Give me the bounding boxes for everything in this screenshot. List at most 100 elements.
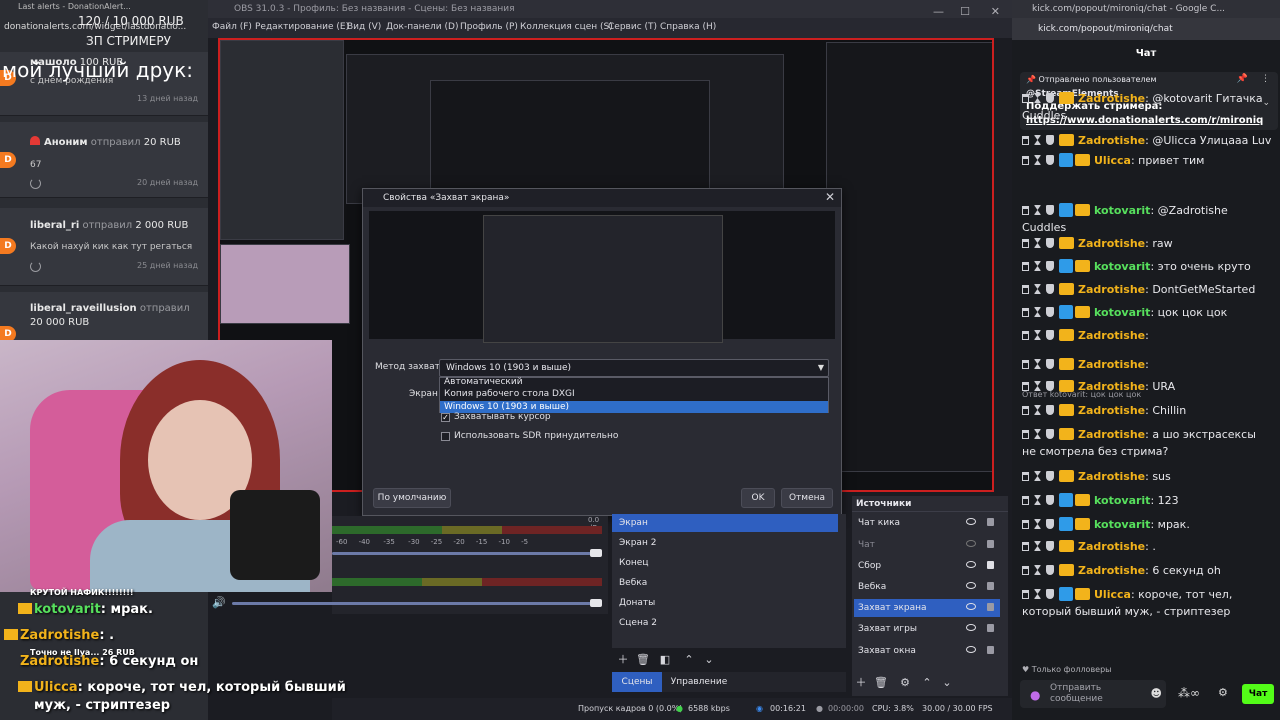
tab-controls[interactable]: Управление bbox=[664, 672, 734, 692]
chat-send-button[interactable]: Чат bbox=[1242, 684, 1274, 704]
ok-button[interactable]: OK bbox=[741, 488, 775, 508]
capture-cursor-checkbox[interactable]: ✓ bbox=[441, 413, 450, 422]
source-item[interactable]: Вебка bbox=[854, 578, 1000, 596]
chat-username[interactable]: Ulicca bbox=[1094, 154, 1131, 167]
ban-icon[interactable] bbox=[1046, 330, 1054, 340]
trash-icon[interactable] bbox=[1022, 285, 1029, 294]
ban-icon[interactable] bbox=[1046, 589, 1054, 599]
trash-icon[interactable] bbox=[1022, 262, 1029, 271]
emoji-icon[interactable]: ☻ bbox=[1151, 687, 1162, 700]
timeout-icon[interactable] bbox=[1034, 155, 1041, 165]
trash-icon[interactable] bbox=[1022, 94, 1029, 103]
source-item[interactable]: Чат кика bbox=[854, 514, 1000, 532]
volume-slider[interactable] bbox=[332, 552, 598, 555]
replay-icon[interactable] bbox=[30, 178, 41, 189]
ban-icon[interactable] bbox=[1046, 93, 1054, 103]
ban-icon[interactable] bbox=[1046, 471, 1054, 481]
trash-icon[interactable] bbox=[1022, 239, 1029, 248]
chat-username[interactable]: Zadrotishe bbox=[1078, 134, 1145, 147]
timeout-icon[interactable] bbox=[1034, 519, 1041, 529]
add-icon[interactable]: ＋ bbox=[854, 676, 868, 690]
tab-scenes[interactable]: Сцены bbox=[612, 672, 662, 692]
timeout-icon[interactable] bbox=[1034, 205, 1041, 215]
lock-icon[interactable] bbox=[987, 603, 994, 611]
speaker-icon[interactable]: 🔊 bbox=[212, 596, 226, 610]
source-item[interactable]: Сбор bbox=[854, 557, 1000, 575]
gear-icon[interactable]: ⚙ bbox=[1218, 686, 1228, 699]
trash-icon[interactable] bbox=[1022, 360, 1029, 369]
move-up-icon[interactable]: ⌃ bbox=[920, 676, 934, 690]
dropdown-option[interactable]: Копия рабочего стола DXGI bbox=[440, 388, 828, 400]
timeout-icon[interactable] bbox=[1034, 261, 1041, 271]
timeout-icon[interactable] bbox=[1034, 284, 1041, 294]
add-icon[interactable]: ＋ bbox=[616, 653, 630, 667]
menu-help[interactable]: Справка (H) bbox=[660, 22, 716, 32]
kick-address-bar[interactable]: kick.com/popout/mironiq/chat bbox=[1012, 18, 1280, 40]
timeout-icon[interactable] bbox=[1034, 589, 1041, 599]
trash-icon[interactable] bbox=[1022, 472, 1029, 481]
timeout-icon[interactable] bbox=[1034, 495, 1041, 505]
chat-username[interactable]: Ulicca bbox=[1094, 588, 1131, 601]
ban-icon[interactable] bbox=[1046, 495, 1054, 505]
ban-icon[interactable] bbox=[1046, 405, 1054, 415]
scene-item[interactable]: Вебка bbox=[612, 574, 838, 592]
ban-icon[interactable] bbox=[1046, 519, 1054, 529]
menu-edit[interactable]: Редактирование (E) bbox=[255, 22, 349, 32]
ban-icon[interactable] bbox=[1046, 307, 1054, 317]
ban-icon[interactable] bbox=[1046, 261, 1054, 271]
ban-icon[interactable] bbox=[1046, 284, 1054, 294]
source-item[interactable]: Чат bbox=[854, 536, 1000, 554]
scene-item[interactable]: Сцена 2 bbox=[612, 614, 838, 632]
ban-icon[interactable] bbox=[1046, 205, 1054, 215]
eye-icon[interactable] bbox=[966, 518, 976, 525]
chat-username[interactable]: kotovarit bbox=[1094, 204, 1150, 217]
source-item[interactable]: Захват окна bbox=[854, 642, 1000, 660]
chat-username[interactable]: Zadrotishe bbox=[1078, 470, 1145, 483]
chat-username[interactable]: Zadrotishe bbox=[1078, 358, 1145, 371]
chat-username[interactable]: kotovarit bbox=[1094, 260, 1150, 273]
lock-icon[interactable] bbox=[987, 582, 994, 590]
volume-slider[interactable] bbox=[232, 602, 598, 605]
trash-icon[interactable] bbox=[1022, 520, 1029, 529]
timeout-icon[interactable] bbox=[1034, 565, 1041, 575]
scene-item[interactable]: Экран bbox=[612, 514, 838, 532]
timeout-icon[interactable] bbox=[1034, 359, 1041, 369]
replay-icon[interactable] bbox=[30, 261, 41, 272]
chat-username[interactable]: kotovarit bbox=[1094, 494, 1150, 507]
more-icon[interactable]: ⋮ bbox=[1261, 74, 1270, 84]
volume-slider-handle[interactable] bbox=[590, 599, 602, 607]
volume-slider-handle[interactable] bbox=[590, 549, 602, 557]
trash-icon[interactable] bbox=[1022, 542, 1029, 551]
trash-icon[interactable] bbox=[1022, 136, 1029, 145]
menu-profile[interactable]: Профиль (P) bbox=[460, 22, 518, 32]
trash-icon[interactable]: 🗑 bbox=[636, 653, 650, 667]
trash-icon[interactable] bbox=[1022, 308, 1029, 317]
timeout-icon[interactable] bbox=[1034, 330, 1041, 340]
chat-username[interactable]: Zadrotishe bbox=[1078, 564, 1145, 577]
ban-icon[interactable] bbox=[1046, 359, 1054, 369]
cancel-button[interactable]: Отмена bbox=[781, 488, 833, 508]
ban-icon[interactable] bbox=[1046, 565, 1054, 575]
eye-icon[interactable] bbox=[966, 561, 976, 568]
move-up-icon[interactable]: ⌃ bbox=[682, 653, 696, 667]
menu-docks[interactable]: Док-панели (D) bbox=[386, 22, 458, 32]
ban-icon[interactable] bbox=[1046, 541, 1054, 551]
menu-tools[interactable]: Сервис (T) bbox=[608, 22, 657, 32]
move-down-icon[interactable]: ⌄ bbox=[940, 676, 954, 690]
lock-icon[interactable] bbox=[987, 561, 994, 569]
timeout-icon[interactable] bbox=[1034, 93, 1041, 103]
trash-icon[interactable] bbox=[1022, 331, 1029, 340]
gear-icon[interactable]: ⚙ bbox=[898, 676, 912, 690]
trash-icon[interactable] bbox=[1022, 206, 1029, 215]
chat-username[interactable]: Zadrotishe bbox=[1078, 428, 1145, 441]
eye-icon[interactable] bbox=[966, 582, 976, 589]
lock-icon[interactable] bbox=[987, 540, 994, 548]
timeout-icon[interactable] bbox=[1034, 135, 1041, 145]
source-item[interactable]: Захват игры bbox=[854, 620, 1000, 638]
lock-icon[interactable] bbox=[987, 518, 994, 526]
menu-file[interactable]: Файл (F) bbox=[212, 22, 252, 32]
ban-icon[interactable] bbox=[1046, 238, 1054, 248]
chat-username[interactable]: Zadrotishe bbox=[1078, 329, 1145, 342]
menu-scene-collection[interactable]: Коллекция сцен (S) bbox=[520, 22, 613, 32]
defaults-button[interactable]: По умолчанию bbox=[373, 488, 451, 508]
